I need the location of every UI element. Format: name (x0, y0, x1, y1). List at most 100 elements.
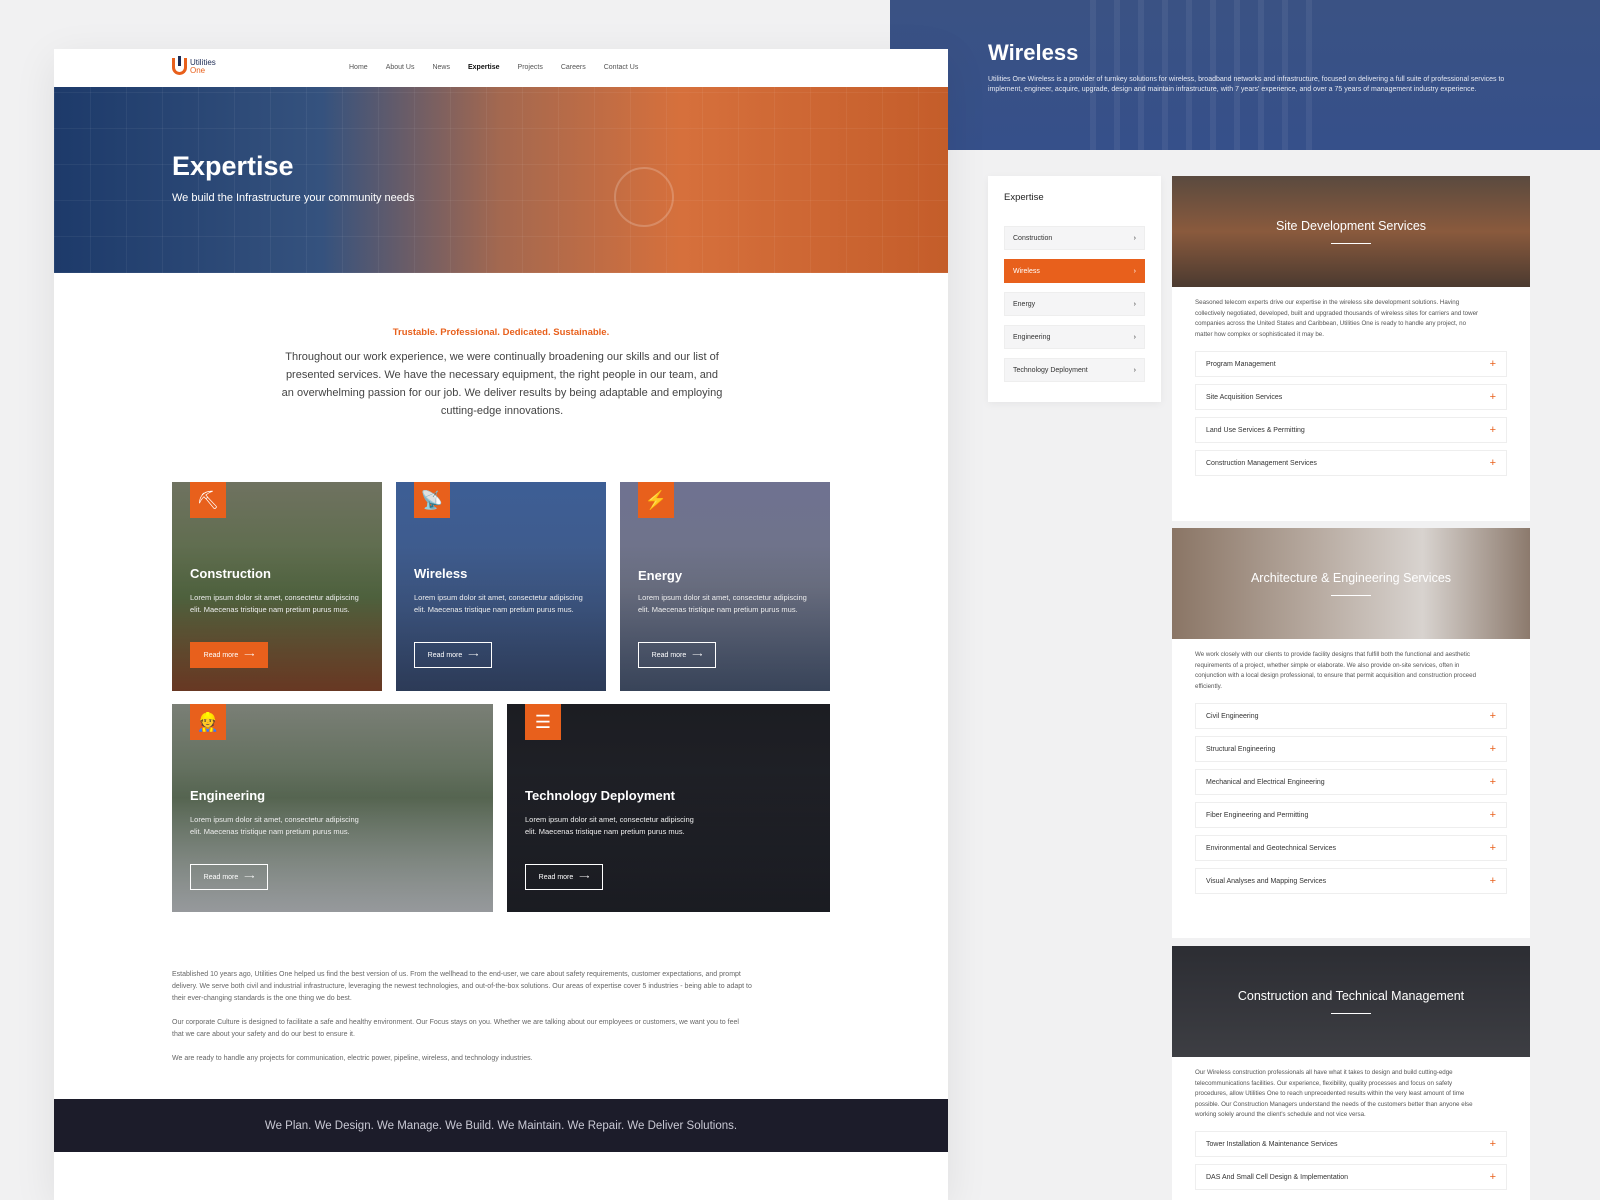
card-technology-deployment[interactable]: ☰ Technology Deployment Lorem ipsum dolo… (507, 704, 830, 912)
panel-title: Site Development Services (1275, 219, 1427, 233)
antenna-icon: 📡 (414, 482, 450, 518)
card-title: Technology Deployment (525, 788, 675, 803)
plus-icon: + (1489, 776, 1496, 788)
page-title: Expertise (172, 151, 294, 181)
construction-technical-panel: Construction and Technical Management Ou… (1172, 946, 1530, 1200)
accordion-item[interactable]: Site Acquisition Services + (1195, 384, 1507, 410)
accordion-item[interactable]: Mechanical and Electrical Engineering + (1195, 769, 1507, 795)
accordion-item[interactable]: Land Use Services & Permitting + (1195, 417, 1507, 443)
accordion-item[interactable]: Visual Analyses and Mapping Services + (1195, 868, 1507, 894)
plus-icon: + (1489, 710, 1496, 722)
chevron-right-icon: › (1133, 300, 1136, 308)
plus-icon: + (1489, 842, 1496, 854)
accordion-item[interactable]: Environmental and Geotechnical Services + (1195, 835, 1507, 861)
read-more-button[interactable]: Read more ⟶ (190, 642, 268, 668)
culture-paragraph: Our corporate Culture is designed to fac… (172, 1019, 739, 1038)
ready-paragraph: We are ready to handle any projects for … (172, 1055, 533, 1062)
construction-management-image: Construction and Technical Management (1172, 946, 1530, 1057)
read-more-button[interactable]: Read more ⟶ (414, 642, 492, 668)
accordion-item[interactable]: DAS And Small Cell Design & Implementati… (1195, 1164, 1507, 1190)
sidebar-title: Expertise (1004, 192, 1044, 203)
chevron-right-icon: › (1133, 333, 1136, 341)
read-more-button[interactable]: Read more ⟶ (190, 864, 268, 890)
card-text: Lorem ipsum dolor sit amet, consectetur … (638, 593, 807, 614)
plus-icon: + (1489, 809, 1496, 821)
card-text: Lorem ipsum dolor sit amet, consectetur … (414, 593, 583, 614)
sidebar-item-construction[interactable]: Construction › (1004, 226, 1145, 250)
chevron-right-icon: › (1133, 234, 1136, 242)
chevron-right-icon: › (1133, 366, 1136, 374)
read-more-button[interactable]: Read more ⟶ (525, 864, 603, 890)
top-nav: Utilities One Home About Us News Expertis… (54, 49, 948, 87)
engineer-icon: 👷 (190, 704, 226, 740)
arrow-right-icon: ⟶ (692, 652, 703, 659)
arrow-right-icon: ⟶ (468, 652, 479, 659)
tagline: Trustable. Professional. Dedicated. Sust… (392, 327, 610, 338)
accordion-item[interactable]: Structural Engineering + (1195, 736, 1507, 762)
panel-title: Construction and Technical Management (1237, 989, 1465, 1003)
architecture-image: Architecture & Engineering Services (1172, 528, 1530, 639)
nav-contact-us[interactable]: Contact Us (604, 64, 639, 71)
card-wireless[interactable]: 📡 Wireless Lorem ipsum dolor sit amet, c… (396, 482, 606, 691)
plus-icon: + (1489, 424, 1496, 436)
site-development-image: Site Development Services (1172, 176, 1530, 287)
accordion-item[interactable]: Tower Installation & Maintenance Service… (1195, 1131, 1507, 1157)
card-energy[interactable]: ⚡ Energy Lorem ipsum dolor sit amet, con… (620, 482, 830, 691)
expertise-page: Utilities One Home About Us News Expertis… (54, 49, 948, 1200)
plus-icon: + (1489, 1171, 1496, 1183)
panel-title: Architecture & Engineering Services (1250, 571, 1452, 585)
wireless-title: Wireless (988, 40, 1079, 65)
plus-icon: + (1489, 743, 1496, 755)
accordion-item[interactable]: Fiber Engineering and Permitting + (1195, 802, 1507, 828)
sidebar-item-engineering[interactable]: Engineering › (1004, 325, 1145, 349)
card-title: Energy (638, 568, 683, 583)
sidebar-item-wireless[interactable]: Wireless › (1004, 259, 1145, 283)
accordion-item[interactable]: Program Management + (1195, 351, 1507, 377)
card-text: Lorem ipsum dolor sit amet, consectetur … (190, 593, 359, 614)
main-menu: Home About Us News Expertise Projects Ca… (349, 64, 638, 71)
panel-description: Seasoned telecom experts drive our exper… (1195, 299, 1479, 338)
card-title: Wireless (414, 566, 468, 581)
expertise-hero: Expertise We build the Infrastructure yo… (54, 87, 948, 273)
plus-icon: + (1489, 875, 1496, 887)
globe-graphic (614, 167, 674, 227)
site-development-panel: Site Development Services Seasoned telec… (1172, 176, 1530, 521)
about-paragraph: Established 10 years ago, Utilities One … (172, 971, 752, 1002)
accordion-item[interactable]: Construction Management Services + (1195, 450, 1507, 476)
server-icon: ☰ (525, 704, 561, 740)
panel-description: We work closely with our clients to prov… (1195, 651, 1477, 690)
panel-description: Our Wireless construction professionals … (1195, 1069, 1473, 1118)
plus-icon: + (1489, 1138, 1496, 1150)
logo[interactable]: Utilities One (172, 56, 216, 75)
page-subtitle: We build the Infrastructure your communi… (172, 192, 415, 204)
intro-text: Throughout our work experience, we were … (281, 351, 723, 417)
wireless-content: Expertise Construction › Wireless › Energy… (948, 150, 1600, 1200)
sidebar-item-technology-deployment[interactable]: Technology Deployment › (1004, 358, 1145, 382)
nav-about-us[interactable]: About Us (386, 64, 415, 71)
card-text: Lorem ipsum dolor sit amet, consectetur … (190, 815, 359, 836)
architecture-engineering-panel: Architecture & Engineering Services We w… (1172, 528, 1530, 938)
arrow-right-icon: ⟶ (244, 652, 255, 659)
sidebar-item-energy[interactable]: Energy › (1004, 292, 1145, 316)
card-engineering[interactable]: 👷 Engineering Lorem ipsum dolor sit amet… (172, 704, 493, 912)
wireless-hero: Wireless Utilities One Wireless is a pro… (890, 0, 1600, 150)
wireless-intro: Utilities One Wireless is a provider of … (988, 76, 1505, 93)
arrow-right-icon: ⟶ (244, 874, 255, 881)
nav-projects[interactable]: Projects (518, 64, 543, 71)
plus-icon: + (1489, 391, 1496, 403)
card-title: Construction (190, 566, 271, 581)
card-construction[interactable]: ⛏ Construction Lorem ipsum dolor sit ame… (172, 482, 382, 691)
read-more-button[interactable]: Read more ⟶ (638, 642, 716, 668)
arrow-right-icon: ⟶ (579, 874, 590, 881)
excavator-icon: ⛏ (190, 482, 226, 518)
nav-careers[interactable]: Careers (561, 64, 586, 71)
windmill-icon: ⚡ (638, 482, 674, 518)
nav-expertise[interactable]: Expertise (468, 64, 500, 71)
nav-news[interactable]: News (432, 64, 450, 71)
accordion-item[interactable]: Civil Engineering + (1195, 703, 1507, 729)
logo-mark-icon (172, 56, 187, 75)
nav-home[interactable]: Home (349, 64, 368, 71)
chevron-right-icon: › (1133, 267, 1136, 275)
card-text: Lorem ipsum dolor sit amet, consectetur … (525, 815, 694, 836)
slogan-band: We Plan. We Design. We Manage. We Build.… (54, 1099, 948, 1152)
